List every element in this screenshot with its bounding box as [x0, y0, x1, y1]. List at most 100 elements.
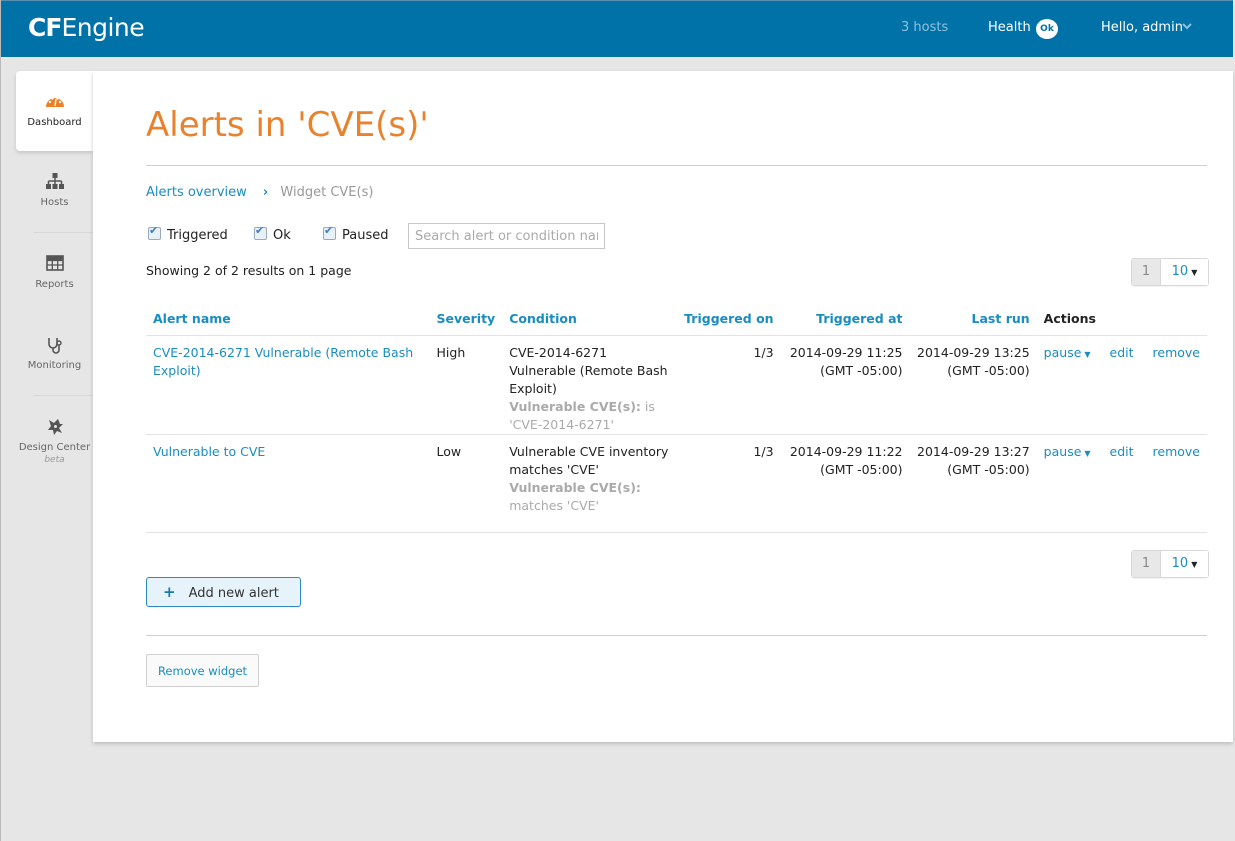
- plus-icon: +: [163, 583, 176, 601]
- condition-cell: CVE-2014-6271 Vulnerable (Remote Bash Ex…: [502, 335, 678, 435]
- checkbox-checked-icon[interactable]: [323, 224, 336, 240]
- triggered-at-time: 2014-09-29 11:25: [789, 345, 903, 360]
- edit-link[interactable]: edit: [1110, 345, 1134, 360]
- column-header-last-run[interactable]: Last run: [909, 307, 1037, 336]
- filter-label: Paused: [342, 228, 389, 243]
- column-header-alert-name[interactable]: Alert name: [146, 307, 430, 336]
- table-row: Vulnerable to CVE Low Vulnerable CVE inv…: [146, 434, 1207, 533]
- page-size-value: 10: [1171, 556, 1189, 571]
- condition-key: Vulnerable CVE(s):: [509, 480, 641, 495]
- pagination-bottom: 1 10 ▼: [1131, 550, 1209, 578]
- page-size-dropdown[interactable]: 10 ▼: [1161, 259, 1208, 285]
- caret-down-icon: ▼: [1191, 268, 1198, 277]
- page-button[interactable]: 1: [1132, 551, 1161, 577]
- sidebar-item-dashboard[interactable]: Dashboard: [16, 71, 93, 151]
- triggered-at-time: 2014-09-29 11:22: [789, 444, 903, 459]
- alert-name-link[interactable]: Vulnerable to CVE: [153, 444, 265, 459]
- footer-divider: [146, 635, 1207, 636]
- triggered-on-value: 1/3: [677, 434, 781, 533]
- results-summary: Showing 2 of 2 results on 1 page: [146, 263, 352, 278]
- sidebar-item-label: Monitoring: [27, 360, 82, 371]
- table-header-row: Alert name Severity Condition Triggered …: [146, 307, 1207, 336]
- triggered-at-timezone: (GMT -05:00): [820, 462, 903, 477]
- dashboard-gauge-icon: [16, 93, 93, 111]
- sidebar-item-reports[interactable]: Reports: [16, 255, 93, 290]
- triggered-on-value: 1/3: [677, 335, 781, 435]
- hierarchy-icon: [16, 173, 93, 191]
- condition-name: Vulnerable CVE inventory matches 'CVE': [509, 444, 669, 477]
- user-menu[interactable]: Hello, admin: [1101, 20, 1183, 35]
- caret-down-icon: ▼: [1191, 560, 1198, 569]
- pause-dropdown[interactable]: pause ▼: [1044, 345, 1091, 360]
- sidebar-item-label: Dashboard: [27, 117, 82, 128]
- checkbox-checked-icon[interactable]: [254, 224, 267, 240]
- pause-label: pause: [1043, 345, 1082, 360]
- triggered-at-cell: 2014-09-29 11:22 (GMT -05:00): [780, 434, 910, 533]
- column-header-triggered-on[interactable]: Triggered on: [677, 307, 781, 336]
- breadcrumb: Alerts overview › Widget CVE(s): [146, 185, 373, 200]
- table-row: CVE-2014-6271 Vulnerable (Remote Bash Ex…: [146, 335, 1207, 435]
- filter-label: Triggered: [167, 228, 228, 243]
- sidebar-item-label: Design Center: [18, 442, 91, 453]
- column-header-condition[interactable]: Condition: [502, 307, 678, 336]
- condition-value: matches 'CVE': [509, 498, 599, 513]
- remove-link[interactable]: remove: [1153, 444, 1200, 459]
- filter-triggered-checkbox[interactable]: Triggered: [148, 224, 228, 243]
- logo-rest-text: Engine: [61, 13, 145, 42]
- page-size-dropdown[interactable]: 10 ▼: [1161, 551, 1208, 577]
- actions-cell: pause ▼ edit remove: [1036, 335, 1207, 435]
- filter-paused-checkbox[interactable]: Paused: [323, 224, 389, 243]
- caret-down-icon: ▼: [1084, 449, 1091, 458]
- last-run-timezone: (GMT -05:00): [947, 363, 1030, 378]
- puzzle-icon: [16, 418, 93, 436]
- add-new-alert-button[interactable]: + Add new alert: [146, 577, 301, 607]
- triggered-at-timezone: (GMT -05:00): [820, 363, 903, 378]
- remove-link[interactable]: remove: [1153, 345, 1200, 360]
- pause-dropdown[interactable]: pause ▼: [1044, 444, 1091, 459]
- caret-down-icon: ▼: [1084, 350, 1091, 359]
- column-header-severity[interactable]: Severity: [429, 307, 503, 336]
- table-grid-icon: [16, 255, 93, 273]
- health-status-badge[interactable]: Ok: [1036, 19, 1058, 39]
- alert-search-input[interactable]: [408, 223, 605, 249]
- sidebar-item-label: Reports: [35, 279, 74, 290]
- last-run-cell: 2014-09-29 13:25 (GMT -05:00): [909, 335, 1037, 435]
- filter-label: Ok: [273, 228, 291, 243]
- severity-value: Low: [429, 434, 503, 533]
- health-label[interactable]: Health: [988, 20, 1031, 35]
- beta-label: beta: [44, 455, 65, 465]
- stethoscope-icon: [16, 336, 93, 354]
- breadcrumb-alerts-overview[interactable]: Alerts overview: [146, 185, 247, 200]
- triggered-at-cell: 2014-09-29 11:25 (GMT -05:00): [780, 335, 910, 435]
- last-run-timezone: (GMT -05:00): [947, 462, 1030, 477]
- hosts-count-link[interactable]: 3 hosts: [901, 20, 948, 35]
- pause-label: pause: [1043, 444, 1082, 459]
- actions-cell: pause ▼ edit remove: [1036, 434, 1207, 533]
- remove-widget-button[interactable]: Remove widget: [146, 654, 259, 687]
- sidebar-item-design-center[interactable]: Design Center beta: [16, 418, 93, 465]
- checkbox-checked-icon[interactable]: [148, 224, 161, 240]
- sidebar-item-label: Hosts: [40, 197, 69, 208]
- edit-link[interactable]: edit: [1110, 444, 1134, 459]
- top-navbar: CFEngine 3 hosts Health Ok Hello, admin: [1, 0, 1233, 57]
- condition-name: CVE-2014-6271 Vulnerable (Remote Bash Ex…: [509, 345, 668, 396]
- sidebar-item-hosts[interactable]: Hosts: [16, 173, 93, 208]
- sidebar-item-monitoring[interactable]: Monitoring: [16, 336, 93, 371]
- column-header-actions: Actions: [1036, 307, 1207, 336]
- alert-name-link[interactable]: CVE-2014-6271 Vulnerable (Remote Bash Ex…: [153, 345, 413, 378]
- main-panel: Alerts in 'CVE(s)' Alerts overview › Wid…: [93, 71, 1233, 742]
- chevron-right-icon: ›: [262, 185, 269, 200]
- page-button[interactable]: 1: [1132, 259, 1161, 285]
- last-run-time: 2014-09-29 13:25: [917, 345, 1030, 360]
- condition-key: Vulnerable CVE(s):: [509, 399, 641, 414]
- page-size-value: 10: [1171, 264, 1189, 279]
- filter-ok-checkbox[interactable]: Ok: [254, 224, 291, 243]
- condition-cell: Vulnerable CVE inventory matches 'CVE' V…: [502, 434, 678, 533]
- cfengine-logo[interactable]: CFEngine: [28, 13, 145, 42]
- last-run-cell: 2014-09-29 13:27 (GMT -05:00): [909, 434, 1037, 533]
- add-alert-label: Add new alert: [188, 586, 279, 601]
- chevron-down-icon[interactable]: [1181, 20, 1193, 35]
- column-header-triggered-at[interactable]: Triggered at: [780, 307, 910, 336]
- breadcrumb-current: Widget CVE(s): [280, 185, 374, 200]
- alerts-table: Alert name Severity Condition Triggered …: [146, 307, 1207, 533]
